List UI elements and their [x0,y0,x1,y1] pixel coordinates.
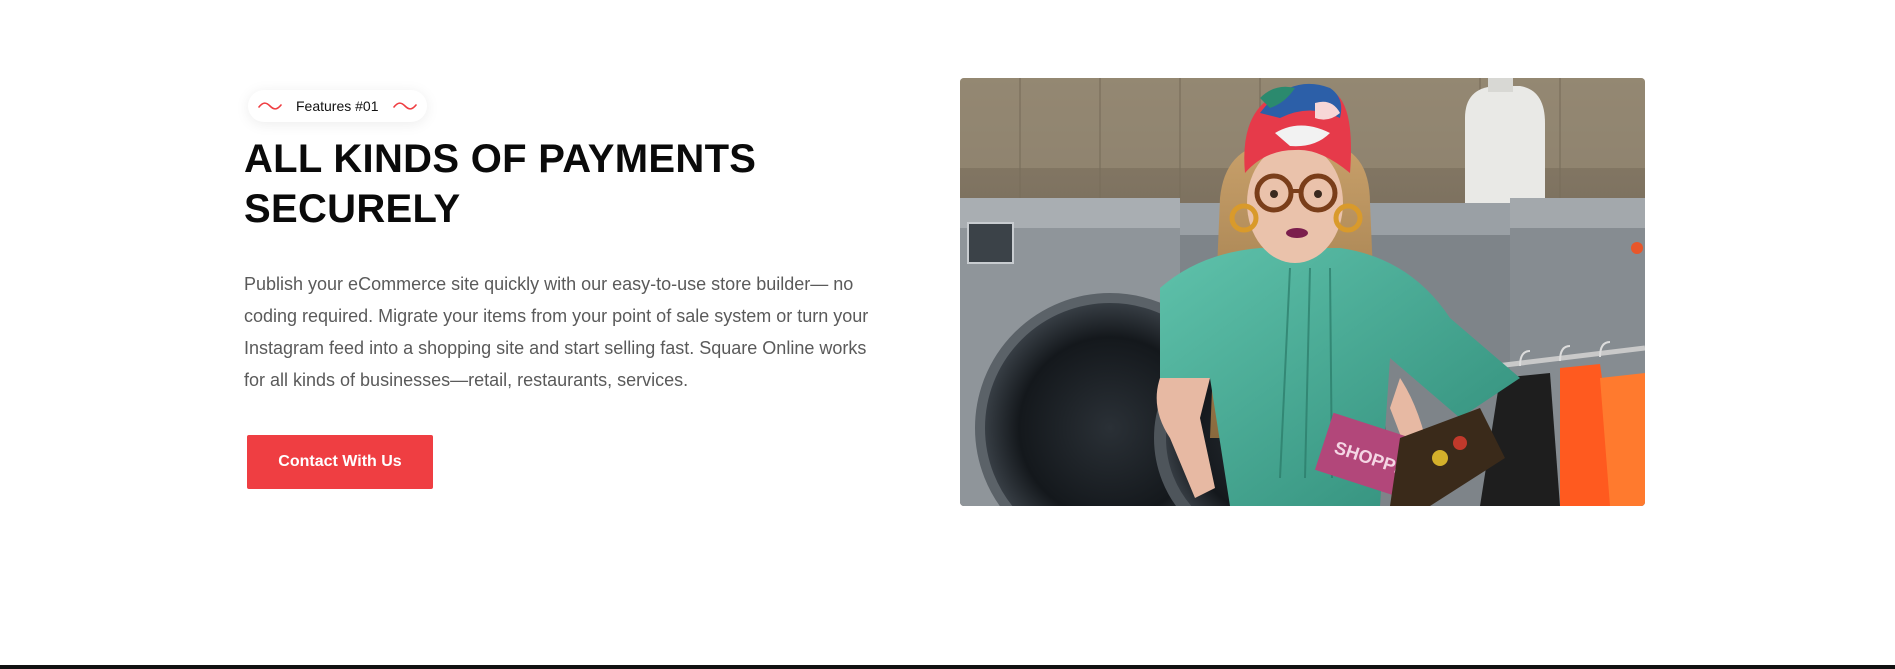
feature-badge: Features #01 [248,90,427,122]
feature-heading-line-1: ALL KINDS OF PAYMENTS [244,137,757,181]
wave-icon [258,102,282,110]
features-section: Features #01 ALL KINDS OF PAYMENTS SECUR… [0,0,1895,669]
laundromat-illustration: SHOPPIN [960,78,1645,506]
feature-photo: SHOPPIN [960,78,1645,506]
contact-button[interactable]: Contact With Us [247,435,433,489]
feature-heading-line-2: SECURELY [244,187,461,231]
section-divider [0,665,1895,669]
feature-badge-label: Features #01 [296,98,379,114]
feature-description: Publish your eCommerce site quickly with… [244,274,869,390]
feature-heading: ALL KINDS OF PAYMENTS SECURELY [244,134,844,234]
wave-icon [392,102,417,110]
